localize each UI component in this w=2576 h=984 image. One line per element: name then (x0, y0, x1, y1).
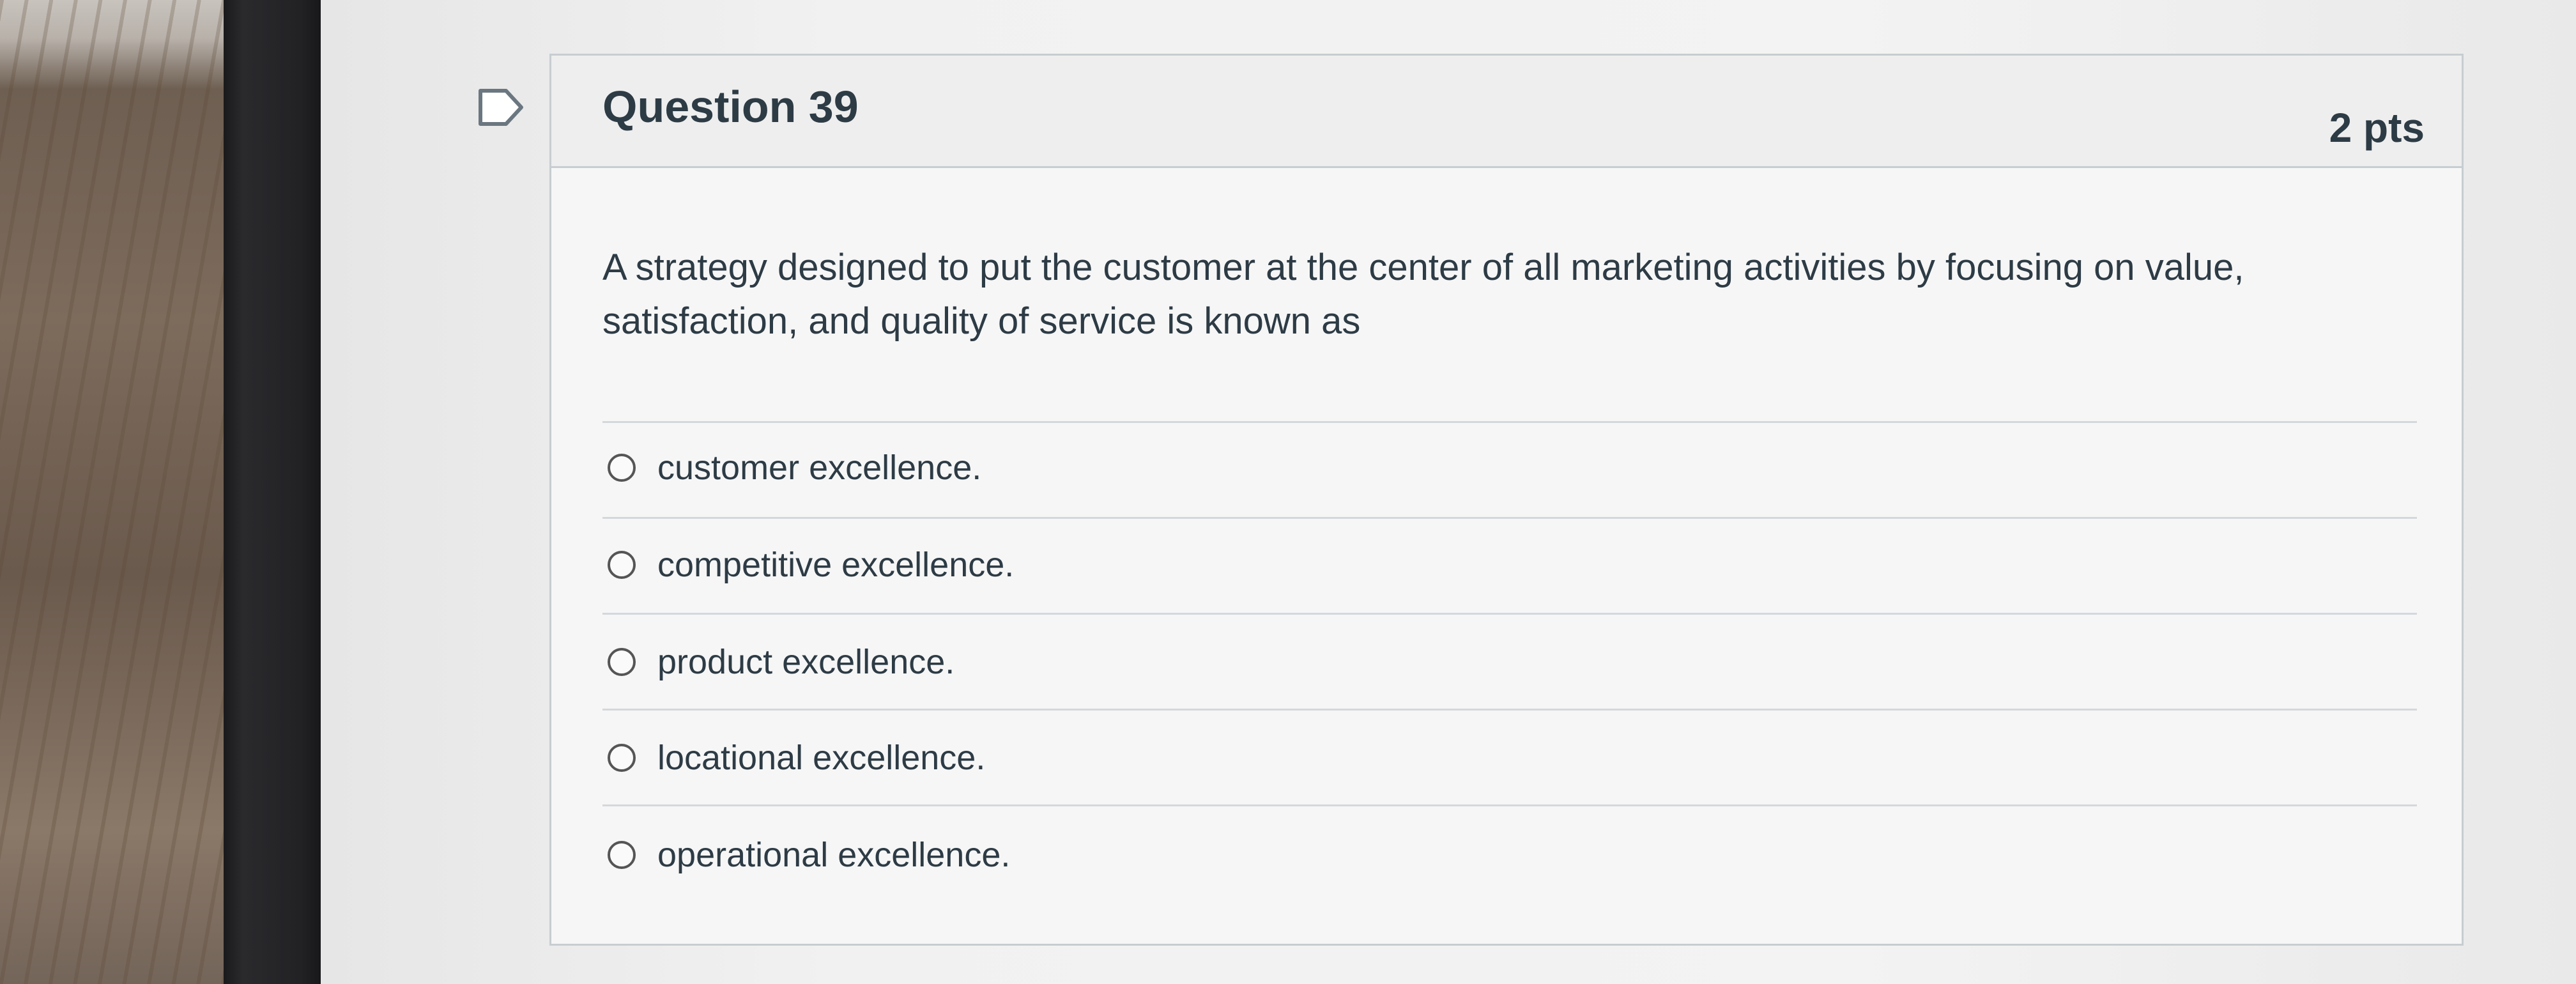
answer-divider (602, 804, 2417, 806)
answer-label: customer excellence. (657, 449, 982, 487)
answer-divider (602, 421, 2417, 423)
monitor-bezel (224, 0, 321, 984)
answer-option-5[interactable]: operational excellence. (608, 826, 2333, 884)
radio-button-icon[interactable] (608, 551, 636, 579)
answer-option-1[interactable]: customer excellence. (608, 439, 2333, 496)
radio-button-icon[interactable] (608, 648, 636, 676)
question-points: 2 pts (2329, 105, 2425, 151)
answer-option-4[interactable]: locational excellence. (608, 729, 2333, 787)
answer-divider (602, 709, 2417, 711)
question-title: Question 39 (602, 82, 859, 132)
answer-label: product excellence. (657, 643, 955, 681)
answer-divider (602, 517, 2417, 519)
question-header: Question 39 2 pts (551, 56, 2462, 168)
answer-option-2[interactable]: competitive excellence. (608, 536, 2333, 594)
answer-label: competitive excellence. (657, 546, 1015, 584)
question-card: Question 39 2 pts A strategy designed to… (549, 54, 2464, 946)
radio-button-icon[interactable] (608, 841, 636, 869)
answer-label: locational excellence. (657, 739, 986, 777)
radio-button-icon[interactable] (608, 454, 636, 482)
answer-divider (602, 613, 2417, 615)
radio-button-icon[interactable] (608, 744, 636, 772)
answer-option-3[interactable]: product excellence. (608, 633, 2333, 691)
flag-question-icon[interactable] (478, 88, 525, 127)
desk-background (0, 0, 224, 984)
answer-label: operational excellence. (657, 836, 1011, 874)
question-text: A strategy designed to put the customer … (602, 247, 2244, 342)
